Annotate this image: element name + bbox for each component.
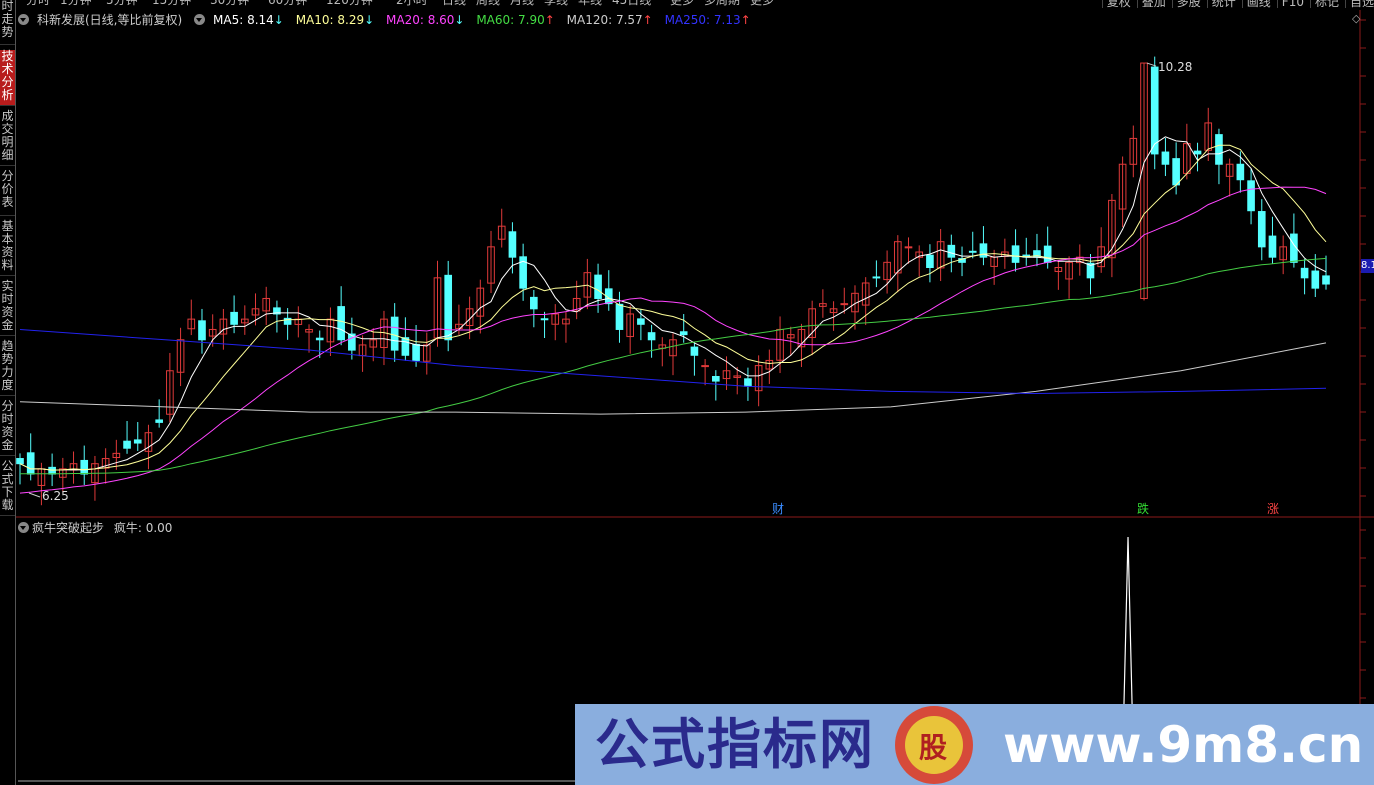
candle-body — [48, 466, 56, 475]
candle-body — [1300, 267, 1309, 279]
event-marker[interactable]: 财 — [771, 502, 785, 516]
watermark-logo-icon: 股 — [895, 706, 973, 784]
ma120-arrow: ↑ — [642, 13, 653, 27]
watermark-url: www.9m8.cn — [1003, 716, 1364, 774]
candle-body — [155, 419, 163, 423]
candle-body — [540, 318, 549, 321]
candle-body — [904, 246, 913, 249]
indicator-value: 疯牛: 0.00 — [113, 521, 173, 535]
low-price-label: 6.25 — [42, 489, 69, 503]
candle-body — [872, 276, 881, 279]
candle-body — [133, 439, 142, 444]
stock-title: 科新发展(日线,等比前复权) — [37, 13, 183, 27]
indicator-title: 疯牛突破起步 — [32, 521, 105, 535]
candle-body — [1215, 134, 1223, 165]
ma5-arrow: ↓ — [273, 13, 284, 27]
candle-body — [1322, 275, 1330, 285]
ma250-arrow: ↑ — [740, 13, 751, 27]
candle-body — [1161, 151, 1170, 165]
candle-body — [1236, 163, 1245, 181]
candle-body — [926, 254, 934, 268]
watermark-banner: 公式指标网 股 www.9m8.cn — [575, 704, 1374, 785]
candle-body — [637, 318, 645, 325]
high-price-label: 10.28 — [1158, 60, 1192, 74]
ma10-label: MA10: 8.29 — [295, 13, 365, 27]
candle-body — [1193, 150, 1202, 155]
candle-body — [594, 274, 602, 299]
ma5-label: MA5: 8.14 — [213, 13, 274, 27]
candle-body — [1011, 245, 1020, 263]
candle-body — [26, 452, 35, 475]
candle-body — [1268, 235, 1277, 258]
candle-body — [315, 337, 324, 341]
event-marker[interactable]: 涨 — [1266, 502, 1280, 516]
candle-body — [701, 365, 709, 368]
chevron-down-icon[interactable] — [18, 522, 29, 533]
candle-body — [744, 378, 752, 387]
candle-body — [230, 311, 238, 325]
chevron-down-icon[interactable] — [18, 14, 29, 25]
candle-body — [968, 250, 977, 253]
candle-body — [647, 332, 656, 341]
diamond-icon: ◇ — [1352, 12, 1361, 25]
ma10-line — [19, 144, 1327, 471]
candle-body — [412, 343, 420, 361]
candle-body — [337, 306, 345, 341]
candle-body — [1247, 180, 1255, 212]
candle-body — [80, 459, 89, 475]
candle-body — [712, 376, 720, 382]
main-legend: 科新发展(日线,等比前复权) MA5: 8.14↓ MA10: 8.29↓ MA… — [18, 11, 759, 27]
watermark-logo-text: 公式指标网 — [595, 712, 875, 776]
candle-body — [508, 231, 517, 258]
ma60-arrow: ↑ — [544, 13, 555, 27]
ma10-arrow: ↓ — [364, 13, 375, 27]
candle-body — [530, 296, 538, 310]
ma5-line — [19, 136, 1327, 471]
candle-body — [123, 440, 131, 449]
indicator-legend: 疯牛突破起步 疯牛: 0.00 — [18, 519, 172, 536]
candle-body — [401, 337, 410, 356]
candle-body — [390, 316, 399, 351]
candle-body — [615, 303, 624, 330]
ma250-label: MA250: 7.13 — [664, 13, 741, 27]
ma20-label: MA20: 8.60 — [386, 13, 455, 27]
candle-body — [1311, 270, 1320, 289]
chevron-down-icon[interactable] — [194, 14, 206, 25]
candle-body — [1150, 66, 1159, 155]
candle-body — [947, 244, 956, 258]
candle-body — [16, 458, 24, 465]
candle-body — [198, 320, 206, 341]
candle-body — [840, 303, 849, 306]
price-tag: 8.1 — [1361, 259, 1374, 273]
ma120-label: MA120: 7.57 — [566, 13, 643, 27]
ma60-label: MA60: 7.90 — [476, 13, 545, 27]
kline-chart[interactable]: ◇ 10.28 6.25 — [0, 0, 1374, 785]
low-pointer — [28, 492, 41, 498]
candle-body — [690, 346, 699, 356]
event-marker[interactable]: 跌 — [1136, 502, 1150, 516]
candle-body — [1257, 211, 1266, 248]
candle-body — [679, 331, 688, 336]
candle-body — [1043, 245, 1052, 263]
ma20-arrow: ↓ — [454, 13, 465, 27]
candle-body — [1172, 158, 1180, 186]
